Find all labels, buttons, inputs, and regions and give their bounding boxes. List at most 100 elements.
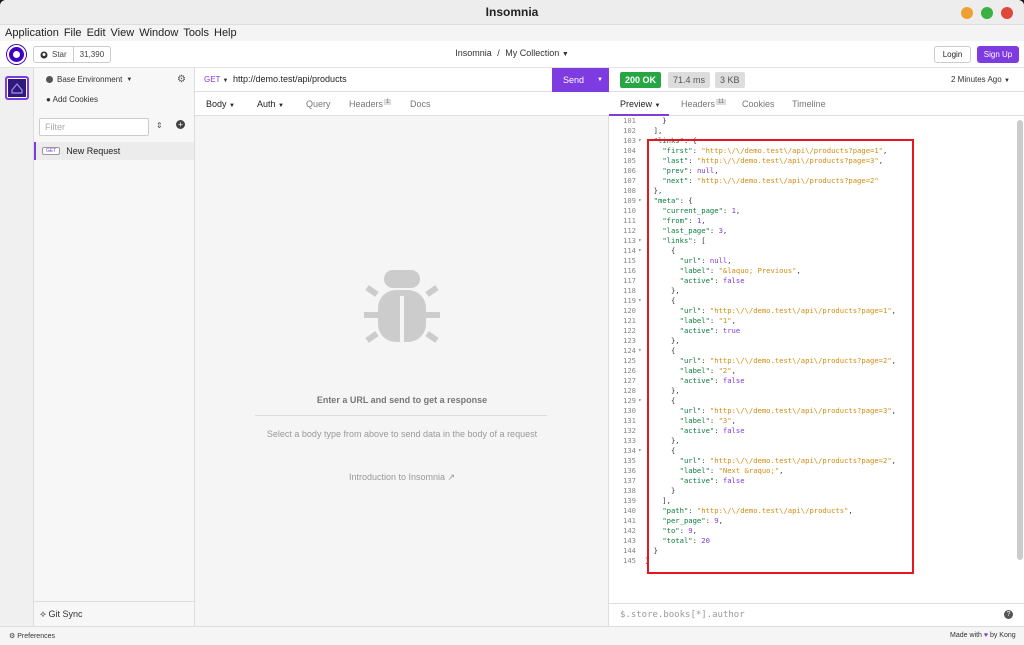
code-token: , [796,266,801,275]
code-text: { [645,296,675,306]
tab-cookies[interactable]: Cookies [742,99,775,109]
fold-toggle-icon[interactable]: ▾ [638,396,642,406]
fold-toggle-icon[interactable]: ▾ [638,196,642,206]
close-button[interactable] [1001,7,1013,19]
tab-response-headers[interactable]: Headers 11 [681,99,727,109]
code-token: "per_page" [662,516,706,525]
gear-icon[interactable]: ⚙ [177,74,186,85]
code-token: "active" [679,476,715,485]
code-token: : [714,476,723,485]
minimize-button[interactable] [961,7,973,19]
code-line: 130 "url": "http:\/\/demo.test\/api\/pro… [609,406,1024,416]
request-item-new-request[interactable]: GET New Request [34,142,194,160]
tab-auth[interactable]: Auth ▼ [257,99,284,109]
response-pane: 200 OK 71.4 ms 3 KB 2 Minutes Ago ▼ Prev… [609,68,1024,626]
code-token: : [688,166,697,175]
signup-button[interactable]: Sign Up [977,46,1019,63]
login-button[interactable]: Login [934,46,971,63]
scrollbar[interactable] [1017,120,1023,560]
help-icon[interactable]: ? [1004,610,1013,619]
menu-view[interactable]: View [106,25,135,41]
maximize-button[interactable] [981,7,993,19]
code-token: "active" [679,376,715,385]
made-with-label: Made with [950,632,982,639]
code-token: } [645,486,676,495]
intro-link-label: Introduction to Insomnia [348,472,445,482]
menu-file[interactable]: File [59,25,82,41]
caret-down-icon: ▼ [222,78,229,84]
fold-toggle-icon[interactable]: ▾ [638,346,642,356]
fold-toggle-icon[interactable]: ▾ [638,136,642,146]
code-text: "to": 9, [645,526,697,536]
status-bar: ⚙ Preferences Made with ♥ by Kong [0,626,1024,645]
response-history-dropdown[interactable]: 2 Minutes Ago ▼ [951,75,1010,84]
code-line: 137 "active": false [609,476,1024,486]
method-selector[interactable]: GET ▼ [204,75,229,84]
fold-toggle-icon[interactable]: ▾ [638,246,642,256]
add-cookies-button[interactable]: ● Add Cookies [46,95,98,104]
menu-edit[interactable]: Edit [82,25,106,41]
fold-toggle-icon[interactable]: ▾ [638,446,642,456]
breadcrumb-app[interactable]: Insomnia [455,48,492,58]
code-line: 128 }, [609,386,1024,396]
menu-help[interactable]: Help [209,25,237,41]
code-token: "prev" [662,166,689,175]
workspace-icon[interactable] [5,76,29,100]
send-label: Send [563,75,585,85]
code-token: : [701,256,710,265]
code-text: "url": "http:\/\/demo.test\/api\/product… [645,406,896,416]
tab-body[interactable]: Body ▼ [206,99,235,109]
sidebar-filter-input[interactable]: Filter [39,118,149,136]
code-token: "active" [679,426,715,435]
line-number: 143 [623,536,636,545]
code-token: { [645,346,676,355]
tab-preview[interactable]: Preview ▼ [620,99,660,109]
line-number: 138 [623,486,636,495]
add-plus-icon[interactable]: + [176,120,185,129]
code-token: "Next &raquo;" [718,466,780,475]
code-line: 142 "to": 9, [609,526,1024,536]
code-line: 104 "first": "http:\/\/demo.test\/api\/p… [609,146,1024,156]
intro-link[interactable]: Introduction to Insomnia ↗ [195,472,609,483]
environment-selector[interactable]: Base Environment ▼ [46,75,132,84]
send-button[interactable]: Send ▼ [552,68,609,92]
menu-application[interactable]: Application [0,25,59,41]
tab-timeline[interactable]: Timeline [792,99,826,109]
code-token: , [731,416,736,425]
code-token: "label" [679,416,710,425]
caret-down-icon[interactable]: ▼ [562,51,569,58]
tab-query[interactable]: Query [306,99,331,109]
code-line: 138 } [609,486,1024,496]
tab-headers[interactable]: Headers 1 [349,99,392,109]
menu-window[interactable]: Window [134,25,178,41]
code-line: 118 }, [609,286,1024,296]
breadcrumb-collection[interactable]: My Collection [505,48,559,58]
menu-tools[interactable]: Tools [178,25,209,41]
git-sync-button[interactable]: ⟡ Git Sync [34,601,194,626]
line-number: 109 [623,196,636,205]
fold-toggle-icon[interactable]: ▾ [638,296,642,306]
line-number: 102 [623,126,636,135]
code-text: "label": "3", [645,416,736,426]
send-caret-down-icon[interactable]: ▼ [597,68,603,92]
breadcrumb-separator: / [497,48,500,58]
code-line: 120 "url": "http:\/\/demo.test\/api\/pro… [609,306,1024,316]
code-token: ], [645,126,663,135]
code-token: , [883,146,888,155]
response-filter-input[interactable]: $.store.books[*].author [609,603,1024,626]
breadcrumb: Insomnia / My Collection ▼ [0,48,1024,58]
fold-toggle-icon[interactable]: ▾ [638,236,642,246]
response-body-viewer[interactable]: 101 } 102 ], 103 ▾ "links": {104 "first": "… [609,116,1024,603]
line-number: 140 [623,506,636,515]
code-token: : [688,176,697,185]
preferences-button[interactable]: ⚙ Preferences [9,632,55,640]
url-input[interactable]: http://demo.test/api/products [233,74,347,84]
tab-docs[interactable]: Docs [410,99,431,109]
sort-icon[interactable]: ⇕ [156,121,163,130]
